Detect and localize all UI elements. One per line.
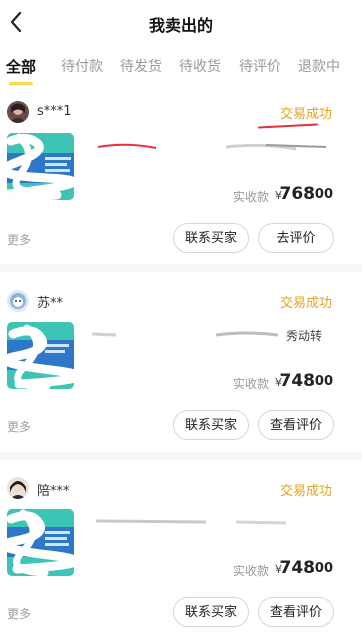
contact-buyer-button[interactable]: 联系买家 (173, 597, 249, 627)
item-thumbnail[interactable] (7, 133, 74, 200)
tab-refunding[interactable]: 退款中 (298, 56, 340, 76)
avatar (7, 101, 29, 123)
avatar (7, 477, 29, 499)
order-status: 交易成功 (279, 484, 332, 499)
write-review-button[interactable]: 去评价 (258, 223, 334, 253)
redacted-title (97, 143, 327, 151)
tab-pending-shipment[interactable]: 待发货 (120, 56, 162, 76)
top-bar: 我卖出的 (0, 0, 362, 46)
view-review-button[interactable]: 查看评价 (258, 597, 334, 627)
divider (0, 264, 362, 272)
contact-buyer-button[interactable]: 联系买家 (173, 223, 249, 253)
order-status: 交易成功 (279, 296, 332, 311)
status-tabs: 全部 待付款 待发货 待收货 待评价 退款中 (0, 56, 362, 90)
tab-active-indicator (9, 82, 33, 85)
buyer-name: 陪*** (37, 484, 70, 499)
price-decimal: .00 (309, 561, 333, 576)
contact-buyer-button[interactable]: 联系买家 (173, 410, 249, 440)
price-label: 实收款 (232, 377, 269, 391)
price-decimal: .00 (309, 187, 333, 202)
divider (0, 452, 362, 460)
page-title: 我卖出的 (148, 16, 213, 35)
order-status: 交易成功 (279, 107, 332, 122)
more-link[interactable]: 更多 (7, 231, 31, 248)
item-thumbnail[interactable] (7, 509, 74, 576)
more-link[interactable]: 更多 (7, 605, 31, 622)
buyer-name: 苏** (37, 296, 64, 311)
view-review-button[interactable]: 查看评价 (258, 410, 334, 440)
price-decimal: .00 (309, 374, 333, 389)
tab-pending-receipt[interactable]: 待收货 (179, 56, 221, 76)
annotation-mark (257, 123, 319, 129)
tab-pending-review[interactable]: 待评价 (239, 56, 281, 76)
buyer-name: s***1 (37, 104, 72, 119)
avatar (7, 290, 29, 312)
tab-all[interactable]: 全部 (6, 56, 36, 77)
more-link[interactable]: 更多 (7, 418, 31, 435)
price-label: 实收款 (232, 564, 269, 578)
tab-pending-payment[interactable]: 待付款 (61, 56, 103, 76)
price-label: 实收款 (232, 190, 269, 204)
redacted-title (95, 519, 287, 525)
item-thumbnail[interactable] (7, 322, 74, 389)
item-title[interactable]: 秀动转 (286, 327, 322, 344)
